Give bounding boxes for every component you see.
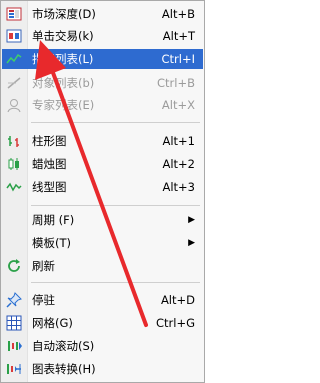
line-chart-icon: [6, 179, 22, 195]
one-click-trading-icon: [6, 28, 22, 44]
menu-item-label: 周期 (F): [32, 213, 75, 227]
menu-item-label: 专家列表(E): [32, 98, 95, 112]
menu-item-shortcut: Alt+B: [161, 7, 195, 21]
menu-item-dock[interactable]: 停驻 Alt+D: [2, 290, 203, 310]
menu-item-chart-shift[interactable]: 图表转换(H): [2, 359, 203, 379]
menu-item-label: 模板(T): [32, 236, 71, 250]
menu-item-label: 柱形图: [32, 134, 67, 148]
menu-item-object-list[interactable]: 对象列表(b) Ctrl+B: [2, 73, 203, 93]
menu-item-bar-chart[interactable]: 柱形图 Alt+1: [2, 131, 203, 151]
pin-icon: [6, 292, 22, 308]
menu-separator: [31, 282, 200, 283]
menu-item-label: 蜡烛图: [32, 157, 67, 171]
menu-item-indicator-list[interactable]: 指标列表(L) Ctrl+I: [2, 49, 203, 69]
menu-item-shortcut: Alt+X: [161, 98, 195, 112]
menu-item-shortcut: Alt+1: [162, 134, 195, 148]
menu-item-shortcut: Ctrl+I: [161, 52, 196, 66]
menu-separator: [31, 122, 200, 123]
menu-item-expert-list[interactable]: 专家列表(E) Alt+X: [2, 95, 203, 115]
menu-item-shortcut: Alt+3: [162, 180, 195, 194]
menu-item-shortcut: Alt+T: [162, 29, 195, 43]
menu-item-auto-scroll[interactable]: 自动滚动(S): [2, 336, 203, 356]
auto-scroll-icon: [6, 338, 22, 354]
menu-item-label: 停驻: [32, 293, 55, 307]
menu-item-label: 指标列表(L): [32, 52, 94, 66]
menu-item-label: 线型图: [32, 180, 67, 194]
menu-item-label: 对象列表(b): [32, 76, 95, 90]
menu-item-market-depth[interactable]: 市场深度(D) Alt+B: [2, 4, 203, 24]
chart-shift-icon: [6, 361, 22, 377]
menu-item-candlestick[interactable]: 蜡烛图 Alt+2: [2, 154, 203, 174]
refresh-icon: [6, 258, 22, 274]
menu-item-shortcut: Alt+2: [162, 157, 195, 171]
menu-item-line-chart[interactable]: 线型图 Alt+3: [2, 177, 203, 197]
menu-item-shortcut: Ctrl+G: [155, 316, 195, 330]
candlestick-icon: [6, 156, 22, 172]
menu-item-label: 图表转换(H): [32, 362, 96, 376]
menu-item-grid[interactable]: 网格(G) Ctrl+G: [2, 313, 203, 333]
menu-item-template[interactable]: 模板(T) ▶: [2, 233, 203, 253]
menu-separator: [31, 205, 200, 206]
menu-item-label: 刷新: [32, 259, 55, 273]
menu-item-one-click-trading[interactable]: 单击交易(k) Alt+T: [2, 26, 203, 46]
menu-item-shortcut: Alt+D: [160, 293, 195, 307]
menu-item-refresh[interactable]: 刷新: [2, 256, 203, 276]
expert-list-icon: [6, 97, 22, 113]
menu-item-label: 市场深度(D): [32, 7, 96, 21]
bar-chart-icon: [6, 133, 22, 149]
menu-item-period[interactable]: 周期 (F) ▶: [2, 210, 203, 230]
object-list-icon: [6, 75, 22, 91]
menu-item-label: 单击交易(k): [32, 29, 94, 43]
submenu-arrow-icon: ▶: [188, 215, 195, 225]
menu-item-label: 网格(G): [32, 316, 73, 330]
indicator-list-icon: [6, 51, 22, 67]
market-depth-icon: [6, 6, 22, 22]
context-menu: 市场深度(D) Alt+B 单击交易(k) Alt+T 指标列表(L) Ctrl…: [0, 0, 205, 383]
grid-icon: [6, 315, 22, 331]
menu-item-label: 自动滚动(S): [32, 339, 95, 353]
submenu-arrow-icon: ▶: [188, 238, 195, 248]
menu-item-shortcut: Ctrl+B: [157, 76, 195, 90]
